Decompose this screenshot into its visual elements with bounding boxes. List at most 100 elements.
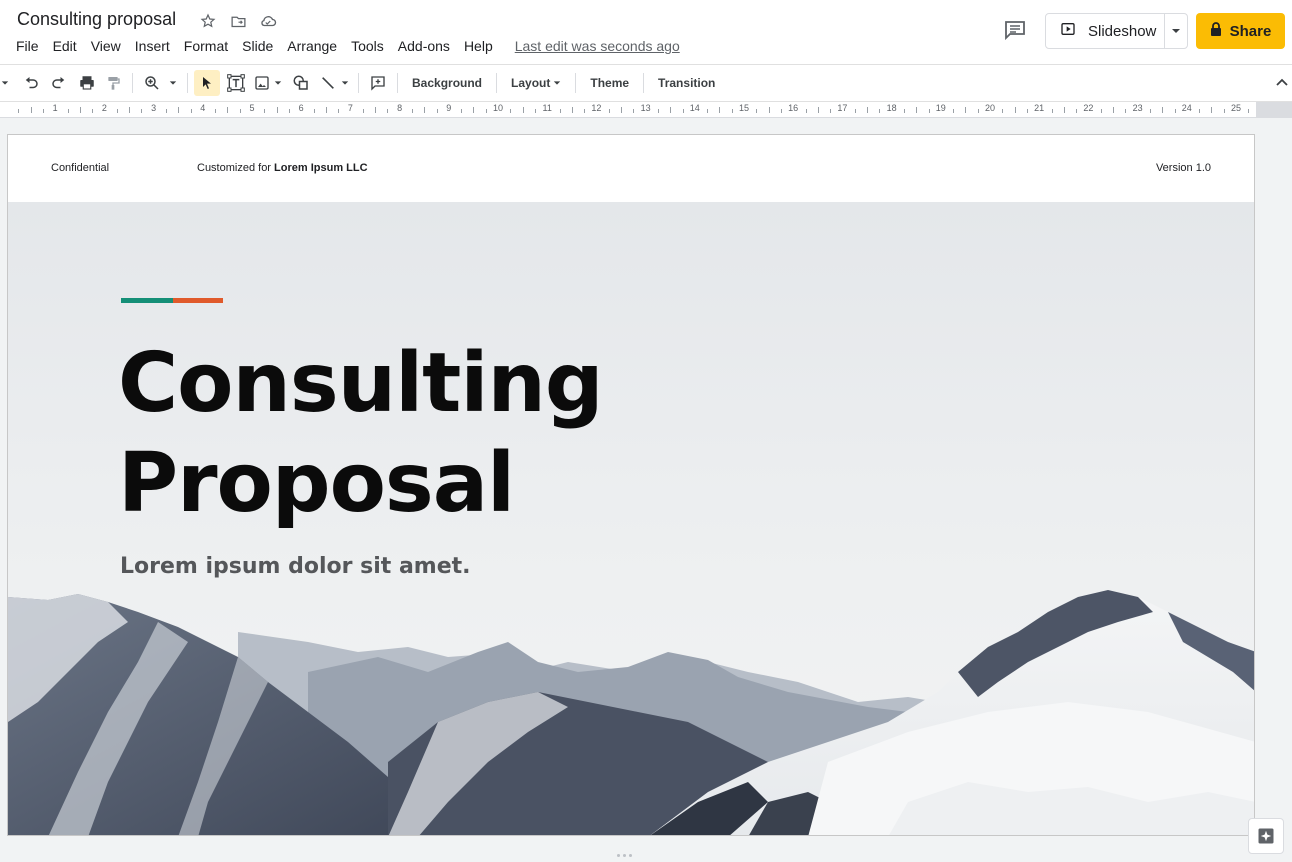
theme-button[interactable]: Theme [582, 76, 637, 90]
ruler-tick [928, 109, 930, 113]
toolbar-divider [132, 73, 133, 93]
menu-view[interactable]: View [91, 38, 121, 54]
ruler-tick [325, 107, 327, 113]
speaker-notes-drag-handle[interactable] [614, 854, 634, 860]
ruler-tick [953, 109, 955, 113]
ruler-tick [276, 107, 278, 113]
toolbar-divider [397, 73, 398, 93]
last-edit-link[interactable]: Last edit was seconds ago [515, 38, 680, 54]
toolbar: Background Layout Theme Transition [0, 64, 1292, 102]
slideshow-start[interactable]: Slideshow [1046, 14, 1166, 48]
ruler-tick [510, 109, 512, 113]
customized-prefix: Customized for [197, 162, 275, 174]
layout-button[interactable]: Layout [503, 76, 569, 90]
transition-button[interactable]: Transition [650, 76, 723, 90]
ruler-tick [190, 109, 192, 113]
toolbar-divider [496, 73, 498, 93]
menu-help[interactable]: Help [464, 38, 493, 54]
move-folder-icon[interactable] [228, 11, 248, 31]
slideshow-options-dropdown[interactable] [1165, 28, 1187, 34]
ruler-tick [375, 107, 376, 113]
zoom-dropdown-icon[interactable] [165, 70, 181, 96]
ruler-tick [1051, 109, 1053, 113]
background-button[interactable]: Background [404, 76, 490, 90]
star-icon[interactable] [198, 11, 218, 31]
line-dropdown-icon[interactable] [338, 70, 352, 96]
toolbar-menu-caret-icon[interactable] [0, 70, 10, 96]
ruler-tick [1076, 109, 1078, 113]
print-icon[interactable] [74, 70, 100, 96]
ruler-tick [92, 109, 94, 113]
image-icon[interactable] [252, 70, 272, 96]
ruler-tick [313, 109, 315, 113]
ruler-tick [707, 109, 709, 113]
ruler-tick [977, 109, 979, 113]
ruler-tick [633, 109, 635, 113]
title-line-1: Consulting [118, 336, 604, 431]
title-icons [198, 11, 278, 31]
menu-arrange[interactable]: Arrange [287, 38, 337, 54]
ruler-number: 2 [101, 103, 107, 113]
ruler-number: 16 [788, 103, 799, 113]
ruler-number: 20 [984, 103, 996, 113]
ruler-tick [215, 109, 217, 113]
toolbar-divider [575, 73, 577, 93]
redo-icon[interactable] [46, 70, 72, 96]
select-cursor-icon[interactable] [194, 70, 220, 96]
zoom-icon[interactable] [139, 70, 165, 96]
image-dropdown-icon[interactable] [272, 70, 284, 96]
horizontal-ruler[interactable]: 1 2 3 4 5 6 7 8 9 10 11 12 13 14 15 16 17 18 19 20 21 22 23 24 2… [0, 102, 1256, 118]
ruler-tick [731, 109, 733, 113]
menu-format[interactable]: Format [184, 38, 228, 54]
ruler-number: 13 [640, 103, 651, 113]
undo-icon[interactable] [18, 70, 44, 96]
ruler-number: 11 [542, 103, 552, 113]
ruler-tick [719, 107, 721, 113]
ruler-number: 25 [1230, 103, 1242, 113]
lock-icon [1210, 22, 1222, 40]
paint-format-icon[interactable] [100, 70, 126, 96]
add-comment-icon[interactable] [365, 70, 391, 96]
ruler-tick [411, 109, 413, 113]
shape-icon[interactable] [288, 70, 314, 96]
share-label: Share [1229, 22, 1272, 40]
app-header: Consulting proposal File Edit View Inser… [0, 0, 1292, 64]
menu-slide[interactable]: Slide [242, 38, 273, 54]
document-title[interactable]: Consulting proposal [17, 9, 176, 30]
ruler-number: 9 [446, 103, 452, 113]
explore-button[interactable] [1248, 818, 1284, 854]
ruler-tick [670, 107, 672, 113]
ruler-number: 17 [837, 103, 848, 113]
confidential-label[interactable]: Confidential [51, 162, 109, 174]
ruler-tick [178, 107, 180, 113]
collapse-toolbar-icon[interactable] [1276, 73, 1288, 91]
share-button[interactable]: Share [1196, 13, 1285, 49]
ruler-tick [854, 109, 856, 113]
slideshow-button[interactable]: Slideshow [1045, 13, 1188, 49]
slide-subtitle[interactable]: Lorem ipsum dolor sit amet. [120, 554, 471, 579]
slide[interactable]: Confidential Customized for Lorem Ipsum … [7, 134, 1255, 836]
ruler-number: 19 [935, 103, 946, 113]
ruler-tick [1014, 107, 1016, 113]
ruler-tick [1223, 109, 1225, 113]
menu-edit[interactable]: Edit [53, 38, 77, 54]
ruler-tick [362, 109, 364, 113]
ruler-number: 21 [1034, 103, 1045, 113]
ruler-tick [780, 109, 782, 113]
line-icon[interactable] [318, 70, 338, 96]
text-box-icon[interactable] [223, 70, 249, 96]
menu-add-ons[interactable]: Add-ons [398, 38, 450, 54]
slide-title[interactable]: Consulting Proposal [118, 334, 604, 534]
menu-file[interactable]: File [16, 38, 39, 54]
slide-canvas: Confidential Customized for Lorem Ipsum … [0, 118, 1292, 862]
ruler-tick [1162, 107, 1164, 113]
comment-history-icon[interactable] [1003, 18, 1027, 42]
ruler-tick [916, 107, 918, 113]
customized-for-text[interactable]: Customized for Lorem Ipsum LLC [197, 162, 368, 174]
menu-insert[interactable]: Insert [135, 38, 170, 54]
cloud-status-icon[interactable] [258, 11, 278, 31]
ruler-tick [387, 109, 389, 113]
title-accent-bar [121, 298, 223, 303]
version-label[interactable]: Version 1.0 [1156, 162, 1211, 174]
menu-tools[interactable]: Tools [351, 38, 384, 54]
